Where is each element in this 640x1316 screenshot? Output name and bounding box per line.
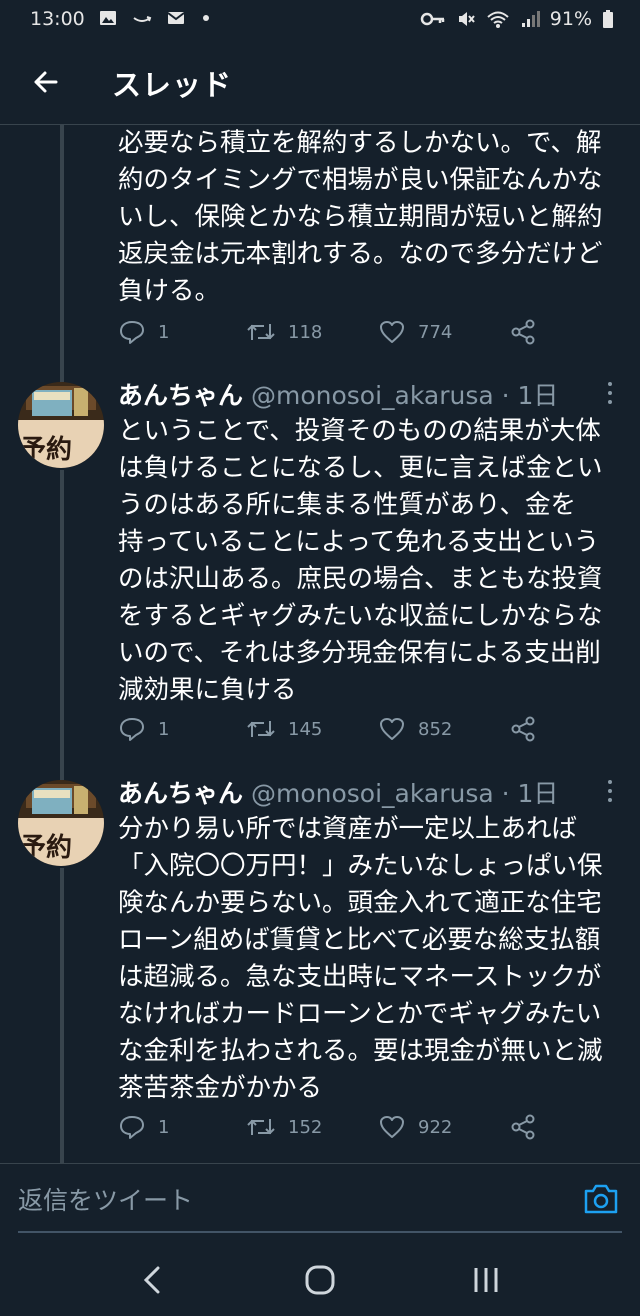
user-handle[interactable]: @monosoi_akarusa xyxy=(251,779,494,808)
reply-button[interactable]: 1 xyxy=(118,314,169,350)
tweet-header: あんちゃん @monosoi_akarusa · 1日 xyxy=(118,774,618,814)
like-button[interactable]: 852 xyxy=(378,711,452,747)
gallery-icon xyxy=(100,11,116,25)
reply-count: 1 xyxy=(158,321,170,343)
speech-bubble-icon xyxy=(120,1116,144,1139)
speech-bubble-icon xyxy=(120,321,144,344)
share-icon xyxy=(511,1114,535,1140)
tweet-time[interactable]: 1日 xyxy=(518,779,559,808)
reply-input[interactable] xyxy=(18,1180,558,1220)
retweet-button[interactable]: 145 xyxy=(246,711,322,747)
heart-icon xyxy=(380,718,404,740)
thread-connector xyxy=(60,125,64,382)
retweet-icon xyxy=(247,324,275,340)
like-button[interactable]: 922 xyxy=(378,1109,452,1145)
reply-count: 1 xyxy=(158,718,170,740)
heart-icon xyxy=(380,321,404,343)
avatar-text: 予約 xyxy=(20,434,72,465)
share-icon xyxy=(511,319,535,345)
thread-connector xyxy=(60,868,64,1163)
share-button[interactable] xyxy=(510,1109,536,1145)
clock: 13:00 xyxy=(30,8,85,30)
like-count: 774 xyxy=(418,321,453,343)
like-count: 852 xyxy=(418,718,453,740)
tweet-actions: 1 118 774 xyxy=(118,314,588,350)
display-name[interactable]: あんちゃん xyxy=(118,381,243,410)
avatar[interactable]: 予約 xyxy=(18,382,104,468)
like-count: 922 xyxy=(418,1116,453,1138)
mail-icon xyxy=(167,12,185,24)
system-navigation-bar xyxy=(0,1236,640,1316)
avatar-text: 予約 xyxy=(20,832,72,863)
vertical-dots-icon[interactable] xyxy=(598,774,622,810)
user-handle[interactable]: @monosoi_akarusa xyxy=(251,381,494,410)
share-icon xyxy=(511,716,535,742)
dot-icon xyxy=(203,15,209,21)
tweet-actions: 1 152 922 xyxy=(118,1109,588,1145)
recent-apps-icon[interactable] xyxy=(466,1260,506,1300)
vertical-dots-icon[interactable] xyxy=(598,376,622,412)
separator-dot: · xyxy=(501,381,510,410)
tweet-time[interactable]: 1日 xyxy=(518,381,559,410)
retweet-icon xyxy=(247,721,275,737)
reply-composer xyxy=(0,1163,640,1234)
signal-icon xyxy=(521,11,540,27)
share-button[interactable] xyxy=(510,711,536,747)
avatar-image: 予約 xyxy=(18,382,104,468)
tweet-header: あんちゃん @monosoi_akarusa · 1日 xyxy=(118,376,618,416)
heart-icon xyxy=(380,1116,404,1138)
retweet-count: 118 xyxy=(288,321,323,343)
battery-icon xyxy=(603,10,613,28)
key-icon xyxy=(420,12,445,26)
retweet-button[interactable]: 152 xyxy=(246,1109,322,1145)
notification-icons xyxy=(98,8,220,28)
tweet-text: ということで、投資そのものの結果が大体 は負けることになるし、更に言えば金とい … xyxy=(118,416,603,705)
avatar[interactable]: 予約 xyxy=(18,780,104,866)
input-underline xyxy=(18,1231,622,1233)
arrow-left-icon[interactable] xyxy=(26,62,66,102)
display-name[interactable]: あんちゃん xyxy=(118,779,243,808)
speech-bubble-icon xyxy=(120,718,144,741)
like-button[interactable]: 774 xyxy=(378,314,452,350)
home-icon[interactable] xyxy=(300,1260,340,1300)
tweet-actions: 1 145 852 xyxy=(118,711,588,747)
camera-icon[interactable] xyxy=(582,1182,620,1216)
retweet-count: 152 xyxy=(288,1116,323,1138)
thread-connector xyxy=(60,470,64,780)
reply-count: 1 xyxy=(158,1116,170,1138)
battery-percent: 91% xyxy=(549,8,592,30)
status-bar: 13:00 91% xyxy=(0,0,640,40)
mute-icon xyxy=(458,12,475,26)
system-icons: 91% xyxy=(420,8,614,30)
avatar-image: 予約 xyxy=(18,780,104,866)
retweet-button[interactable]: 118 xyxy=(246,314,322,350)
amazon-icon xyxy=(133,16,152,22)
tweet-text: 必要なら積立を解約するしかない。で、解 約のタイミングで相場が良い保証なんかな … xyxy=(118,128,603,306)
reply-button[interactable]: 1 xyxy=(118,1109,169,1145)
app-header: スレッド xyxy=(0,40,640,125)
wifi-icon xyxy=(487,11,509,28)
separator-dot: · xyxy=(501,779,510,808)
chevron-left-icon[interactable] xyxy=(134,1260,174,1300)
page-title: スレッド xyxy=(112,68,233,102)
retweet-icon xyxy=(247,1119,275,1135)
tweet-text: 分かり易い所では資産が一定以上あれば 「入院〇〇万円！」みたいなしょっぱい保 険… xyxy=(118,814,603,1103)
share-button[interactable] xyxy=(510,314,536,350)
retweet-count: 145 xyxy=(288,718,323,740)
reply-button[interactable]: 1 xyxy=(118,711,169,747)
